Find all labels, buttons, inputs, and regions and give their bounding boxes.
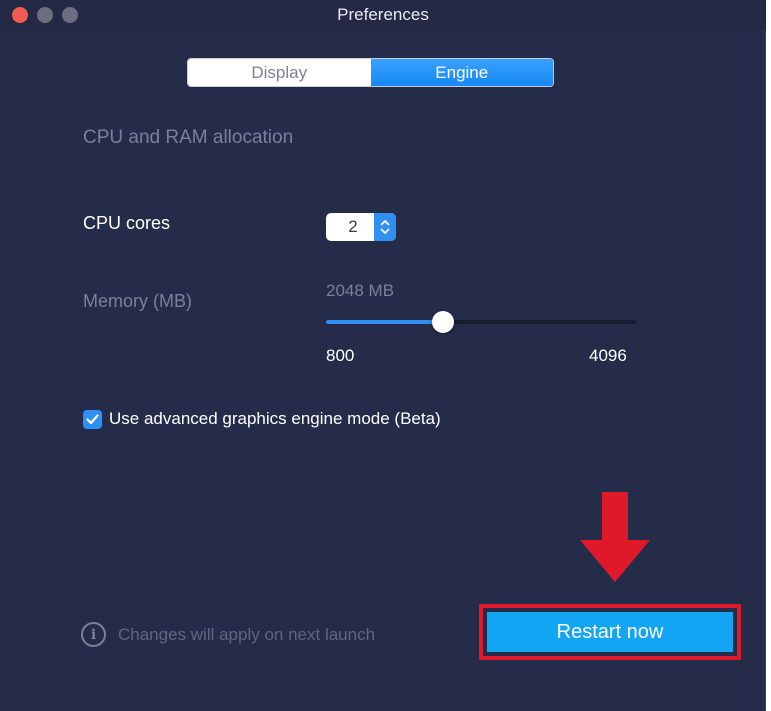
advanced-graphics-option[interactable]: Use advanced graphics engine mode (Beta) <box>83 409 441 429</box>
memory-slider[interactable] <box>326 311 636 333</box>
window-edge <box>766 0 771 711</box>
tab-display[interactable]: Display <box>188 59 371 86</box>
window-controls <box>12 7 78 23</box>
memory-min-label: 800 <box>326 346 355 365</box>
cpu-cores-value: 2 <box>348 217 358 236</box>
title-bar: Preferences <box>0 0 766 30</box>
cpu-cores-label: CPU cores <box>83 213 171 233</box>
down-arrow-icon <box>580 492 650 582</box>
close-button[interactable] <box>12 7 28 23</box>
cpu-cores-stepper[interactable]: 2 <box>326 213 396 241</box>
memory-label: Memory (MB) <box>83 291 192 311</box>
minimize-button[interactable] <box>37 7 53 23</box>
section-title: CPU and RAM allocation <box>83 127 294 148</box>
slider-thumb[interactable] <box>432 311 455 333</box>
memory-max-label: 4096 <box>589 346 627 365</box>
checkmark-icon <box>86 413 99 424</box>
stepper-arrows-icon[interactable] <box>374 213 396 241</box>
advanced-graphics-label: Use advanced graphics engine mode (Beta) <box>109 409 441 428</box>
window-title: Preferences <box>337 5 429 24</box>
restart-highlight-frame: Restart now <box>479 604 741 660</box>
memory-current-value: 2048 MB <box>326 281 395 300</box>
zoom-button[interactable] <box>62 7 78 23</box>
restart-now-button[interactable]: Restart now <box>487 612 733 652</box>
info-icon: i <box>81 622 106 647</box>
tab-switcher: Display Engine <box>187 58 554 87</box>
info-notice: i Changes will apply on next launch <box>81 622 375 647</box>
slider-fill <box>326 320 444 324</box>
preferences-window: Preferences Display Engine CPU and RAM a… <box>0 0 766 711</box>
tab-engine[interactable]: Engine <box>370 59 553 86</box>
advanced-graphics-checkbox[interactable] <box>83 409 102 429</box>
info-text: Changes will apply on next launch <box>118 624 376 644</box>
